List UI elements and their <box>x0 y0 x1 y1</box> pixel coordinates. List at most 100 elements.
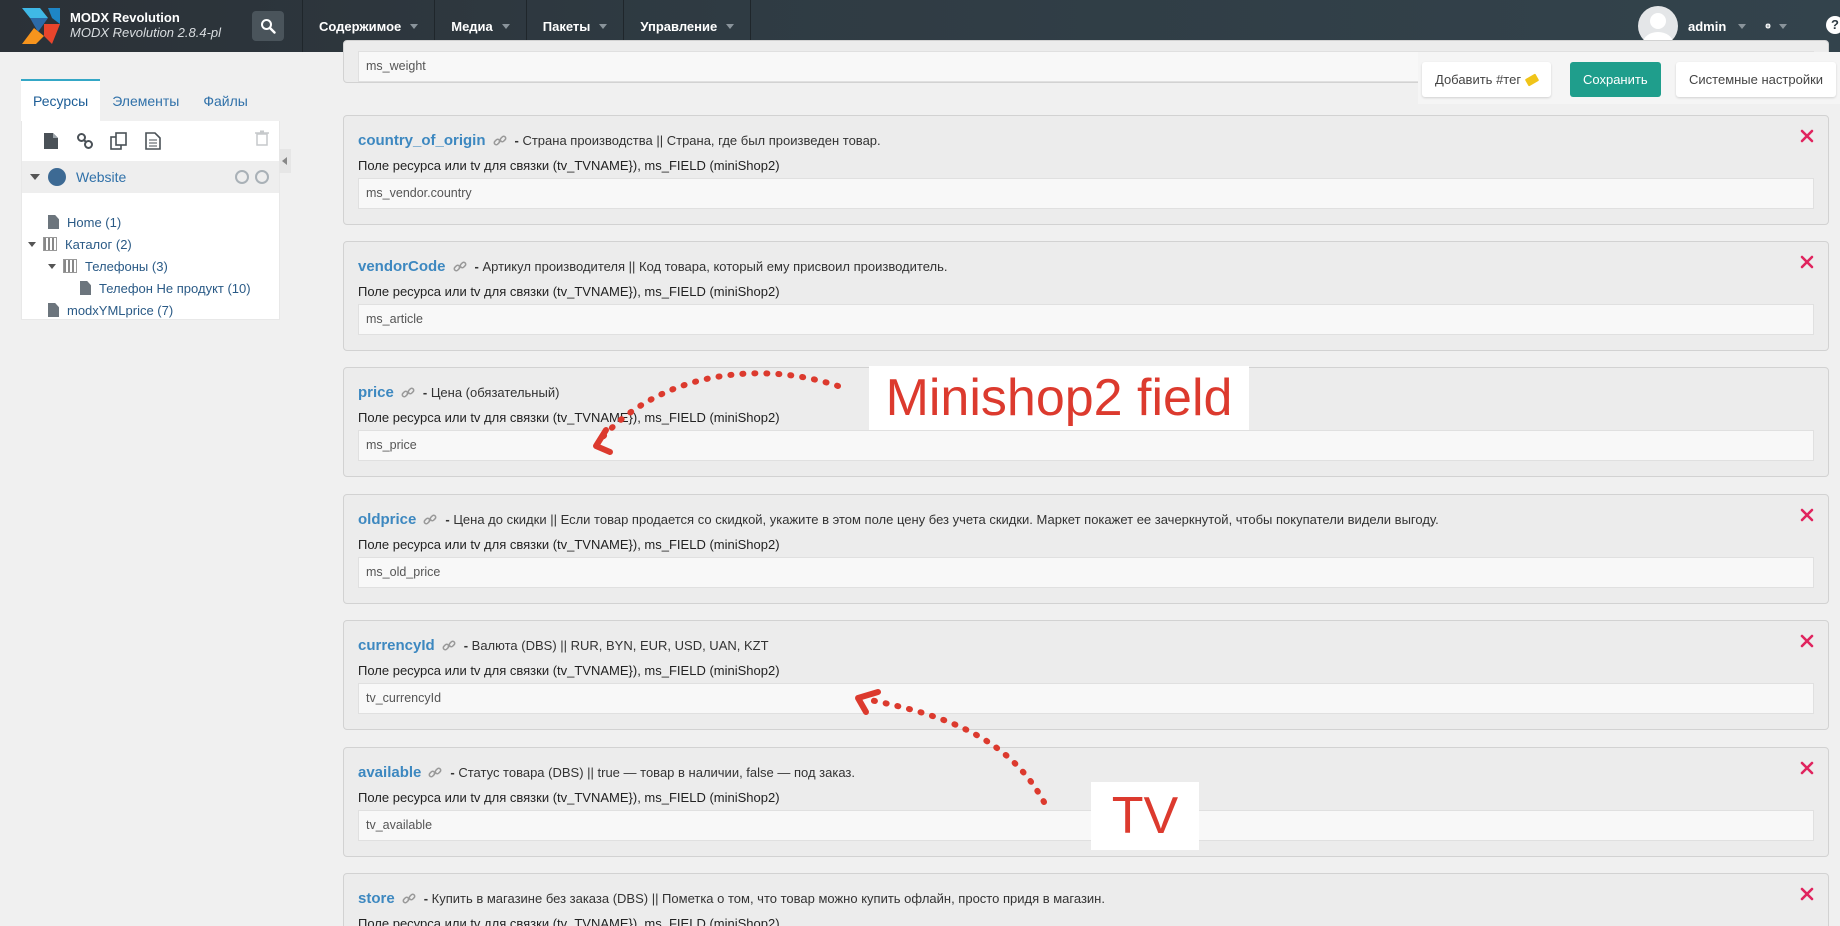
field-card: available - Статус товара (DBS) || true … <box>343 747 1829 857</box>
chevron-down-icon <box>1779 23 1787 29</box>
add-tag-button[interactable]: Добавить #тег <box>1422 62 1552 97</box>
chevron-down-icon <box>599 23 608 29</box>
field-title: store - Купить в магазине без заказа (DB… <box>358 890 1105 907</box>
field-card: store - Купить в магазине без заказа (DB… <box>343 873 1829 926</box>
delete-icon[interactable] <box>1800 887 1814 901</box>
field-value-input[interactable]: ms_vendor.country <box>358 178 1814 209</box>
field-name-link[interactable]: available <box>358 764 421 781</box>
tree-item[interactable]: Телефоны (3) <box>48 257 168 275</box>
nav-packages-label: Пакеты <box>542 18 591 34</box>
collapse-panel-button[interactable] <box>279 149 291 173</box>
refresh-icon[interactable] <box>255 170 269 184</box>
link-icon[interactable] <box>423 513 437 527</box>
tab-files[interactable]: Файлы <box>191 79 259 121</box>
tree-item-label: Телефоны (3) <box>85 258 168 274</box>
field-value-input[interactable]: ms_old_price <box>358 557 1814 588</box>
app-name: MODX Revolution <box>70 10 180 25</box>
new-document-icon[interactable] <box>40 130 62 152</box>
field-card: country_of_origin - Страна производства … <box>343 115 1829 225</box>
new-weblink-icon[interactable] <box>74 130 96 152</box>
field-value-input[interactable]: ms_article <box>358 304 1814 335</box>
chevron-down-icon <box>1738 23 1747 29</box>
username: admin <box>1688 18 1727 34</box>
link-icon[interactable] <box>401 386 415 400</box>
context-website[interactable]: Website <box>22 161 279 193</box>
field-title: vendorCode - Артикул производителя || Ко… <box>358 258 948 275</box>
field-hint: Поле ресурса или tv для связки (tv_TVNAM… <box>358 410 780 425</box>
link-icon[interactable] <box>442 639 456 653</box>
tree-item[interactable]: Home (1) <box>48 213 121 231</box>
search-button[interactable] <box>252 11 284 41</box>
category-icon <box>63 259 77 273</box>
field-name-link[interactable]: price <box>358 384 394 401</box>
category-icon <box>43 237 57 251</box>
delete-icon[interactable] <box>1800 508 1814 522</box>
modx-logo[interactable] <box>22 8 60 44</box>
document-icon <box>48 215 59 229</box>
field-name-link[interactable]: oldprice <box>358 511 416 528</box>
globe-icon <box>48 168 66 186</box>
delete-icon[interactable] <box>1800 255 1814 269</box>
annotation-minishop-label: Minishop2 field <box>869 366 1249 430</box>
tree-item[interactable]: Каталог (2) <box>28 235 132 253</box>
field-value-input[interactable]: ms_price <box>358 430 1814 461</box>
link-icon[interactable] <box>453 260 467 274</box>
field-name-link[interactable]: vendorCode <box>358 258 446 275</box>
new-static-resource-icon[interactable] <box>142 130 164 152</box>
tree-item[interactable]: Телефон Не продукт (10) <box>80 279 251 297</box>
tree-item-label: Телефон Не продукт (10) <box>99 280 251 296</box>
field-description: Купить в магазине без заказа (DBS) || По… <box>431 891 1105 906</box>
help-icon[interactable]: ? <box>1826 16 1840 34</box>
chevron-down-icon[interactable] <box>28 241 36 247</box>
tree-item-label: Каталог (2) <box>65 236 132 252</box>
brand: MODX Revolution MODX Revolution 2.8.4-pl <box>70 10 221 40</box>
field-value-input[interactable]: tv_currencyId <box>358 683 1814 714</box>
tab-resources[interactable]: Ресурсы <box>21 79 101 121</box>
field-title: country_of_origin - Страна производства … <box>358 132 881 149</box>
tab-elements[interactable]: Элементы <box>100 79 191 121</box>
add-icon[interactable] <box>235 170 249 184</box>
chevron-down-icon[interactable] <box>30 174 40 180</box>
document-icon <box>80 281 91 295</box>
context-label: Website <box>76 169 127 185</box>
field-name-link[interactable]: currencyId <box>358 637 435 654</box>
field-hint: Поле ресурса или tv для связки (tv_TVNAM… <box>358 537 780 552</box>
field-description: Статус товара (DBS) || true — товар в на… <box>458 765 855 780</box>
tree-item-label: Home (1) <box>67 214 122 230</box>
tree-item[interactable]: modxYMLprice (7) <box>48 301 173 319</box>
link-icon[interactable] <box>493 134 507 148</box>
add-tag-label: Добавить #тег <box>1435 72 1522 87</box>
trash-icon[interactable] <box>255 130 269 149</box>
search-icon <box>261 19 276 34</box>
chevron-down-icon <box>726 23 735 29</box>
nav-media-label: Медиа <box>451 18 493 34</box>
new-symlink-icon[interactable] <box>108 130 130 152</box>
settings-menu[interactable] <box>1765 15 1787 37</box>
chevron-down-icon <box>501 23 510 29</box>
field-description: Цена (обязательный) <box>430 385 560 400</box>
system-settings-button[interactable]: Системные настройки <box>1676 62 1837 97</box>
field-hint: Поле ресурса или tv для связки (tv_TVNAM… <box>358 158 780 173</box>
annotation-tv-label: TV <box>1091 782 1199 850</box>
delete-icon[interactable] <box>1800 129 1814 143</box>
field-title: currencyId - Валюта (DBS) || RUR, BYN, E… <box>358 637 769 654</box>
field-name-link[interactable]: country_of_origin <box>358 132 486 149</box>
link-icon[interactable] <box>402 892 416 906</box>
chevron-down-icon <box>410 23 419 29</box>
tree-item-label: modxYMLprice (7) <box>67 302 174 318</box>
field-title: oldprice - Цена до скидки || Если товар … <box>358 511 1439 528</box>
tag-icon <box>1524 73 1540 87</box>
field-title: available - Статус товара (DBS) || true … <box>358 764 855 781</box>
document-icon <box>48 303 59 317</box>
save-button[interactable]: Сохранить <box>1570 62 1661 97</box>
delete-icon[interactable] <box>1800 761 1814 775</box>
chevron-down-icon[interactable] <box>48 263 56 269</box>
field-hint: Поле ресурса или tv для связки (tv_TVNAM… <box>358 916 780 926</box>
field-name-link[interactable]: store <box>358 890 395 907</box>
delete-icon[interactable] <box>1800 634 1814 648</box>
link-icon[interactable] <box>428 766 442 780</box>
field-value-input[interactable]: tv_available <box>358 810 1814 841</box>
field-hint: Поле ресурса или tv для связки (tv_TVNAM… <box>358 663 780 678</box>
field-description: Валюта (DBS) || RUR, BYN, EUR, USD, UAN,… <box>471 638 769 653</box>
nav-manage-label: Управление <box>640 18 718 34</box>
